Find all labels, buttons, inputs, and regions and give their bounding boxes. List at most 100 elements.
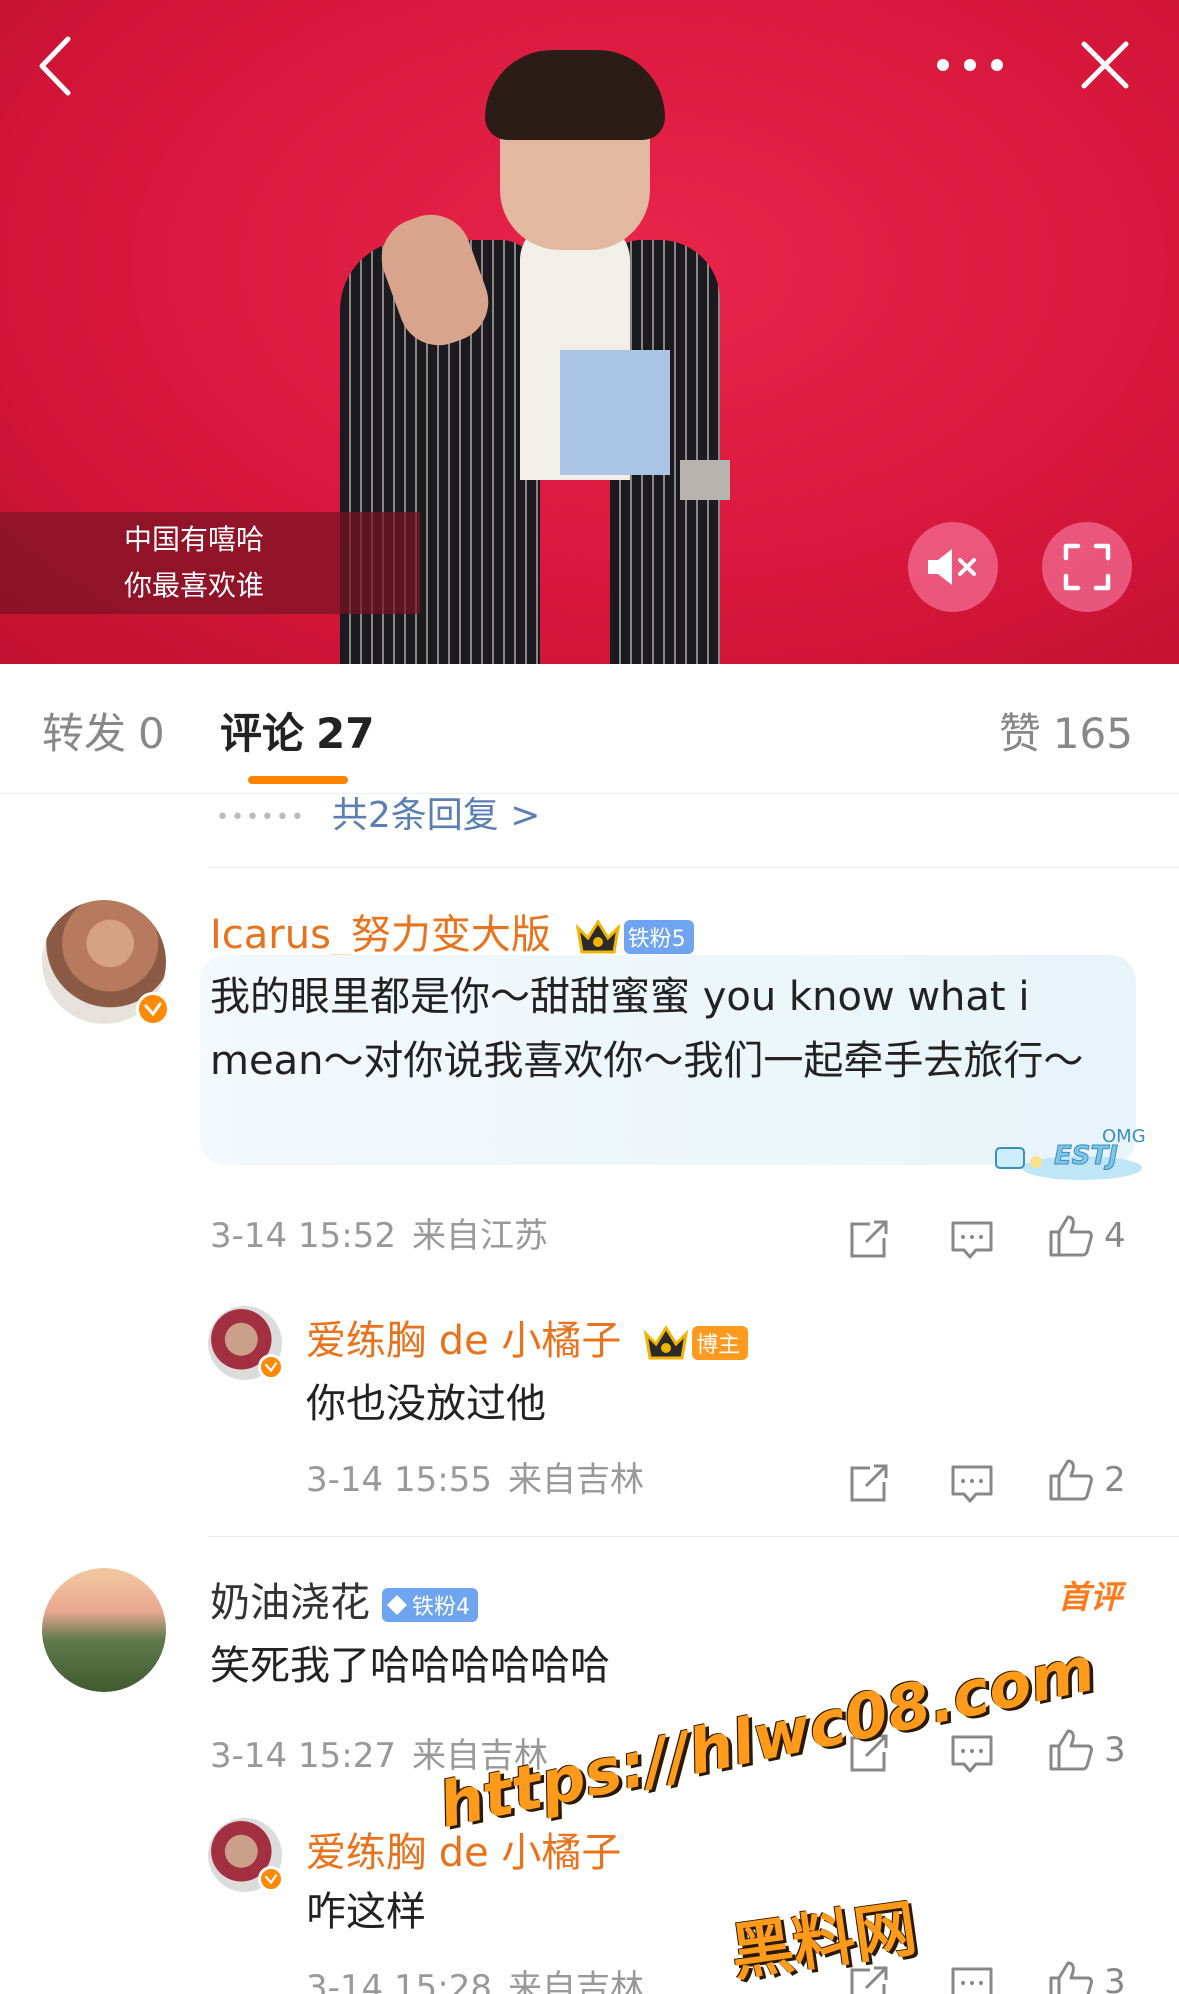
comment-location: 来自吉林 — [411, 1736, 548, 1776]
blogger-badge-text: 博主 — [696, 1333, 741, 1358]
tab-comments-label: 评论 — [220, 709, 305, 758]
username-text: 奶油浇花 — [210, 1580, 370, 1626]
share-button[interactable] — [848, 1220, 890, 1260]
back-button[interactable] — [28, 30, 80, 102]
fullscreen-icon — [1063, 543, 1111, 591]
crown-icon — [575, 919, 620, 954]
comment-meta: 3-14 15:52 来自江苏 — [210, 1208, 548, 1257]
speaker-muted-icon — [928, 549, 976, 585]
like-count: 4 — [1104, 1216, 1126, 1256]
reply-meta: 3-14 15:55 来自吉林 — [306, 1452, 644, 1501]
share-icon — [850, 1966, 888, 1994]
diamond-icon — [387, 1595, 407, 1615]
tab-likes[interactable]: 赞 165 — [999, 700, 1133, 761]
comment-icon — [951, 1967, 993, 1994]
divider — [208, 867, 1179, 868]
thumbs-up-icon — [1049, 1961, 1093, 1994]
fullscreen-button[interactable] — [1042, 522, 1132, 612]
comment-text: 笑死我了哈哈哈哈哈哈 — [210, 1643, 610, 1689]
reply-meta: 3-14 15:28 来自吉林 — [306, 1960, 644, 1994]
interaction-tabs: 转发 0 评论 27 赞 165 — [0, 664, 1179, 794]
like-button[interactable]: 3 — [1048, 1728, 1126, 1772]
comment-time: 3-14 15:52 — [210, 1216, 396, 1256]
tab-repost[interactable]: 转发 0 — [42, 700, 165, 761]
tab-likes-count: 165 — [1052, 709, 1133, 758]
reply-time: 3-14 15:28 — [306, 1968, 492, 1994]
watermark-name: 黑料网 — [726, 1891, 921, 1990]
reply-username[interactable]: 爱练胸 de 小橘子 — [306, 1820, 621, 1878]
comment-location: 来自江苏 — [411, 1216, 548, 1256]
share-icon — [850, 1464, 888, 1502]
tab-comments[interactable]: 评论 27 — [220, 700, 374, 761]
more-replies-text: 共2条回复 > — [331, 795, 541, 836]
reply-location: 来自吉林 — [507, 1460, 644, 1500]
like-button[interactable]: 2 — [1048, 1458, 1126, 1502]
comment-icon — [951, 1465, 993, 1503]
fan-level-badge: 铁粉4 — [382, 1588, 478, 1622]
comment-meta: 3-14 15:27 来自吉林 — [210, 1728, 548, 1777]
comment-icon — [951, 1221, 993, 1259]
avatar-image — [42, 1568, 166, 1692]
caption-line-2: 你最喜欢谁 — [124, 569, 265, 602]
verified-badge-icon — [136, 992, 170, 1026]
fan-level-text: 铁粉4 — [412, 1595, 470, 1620]
comment-text: 我的眼里都是你～甜甜蜜蜜 you know what i mean～对你说我喜欢… — [210, 974, 1084, 1084]
reply-text: 咋这样 — [306, 1889, 426, 1935]
reply-username[interactable]: 爱练胸 de 小橘子 博主 — [306, 1308, 749, 1366]
caption-line-1: 中国有嘻哈 — [124, 523, 265, 556]
chevron-left-icon — [39, 36, 71, 96]
crown-icon — [643, 1325, 689, 1360]
share-button[interactable] — [848, 1464, 890, 1504]
video-player[interactable]: 中国有嘻哈 你最喜欢谁 — [0, 0, 1179, 664]
share-icon — [850, 1220, 888, 1258]
comment-icon — [951, 1735, 993, 1773]
video-caption: 中国有嘻哈 你最喜欢谁 — [0, 512, 420, 614]
like-button[interactable]: 3 — [1048, 1960, 1126, 1994]
like-count: 3 — [1104, 1962, 1126, 1994]
username-text: Icarus_努力变大版 — [210, 912, 551, 958]
view-more-replies-link[interactable]: •••••• 共2条回复 > — [216, 786, 540, 838]
reply-button[interactable] — [950, 1220, 994, 1260]
share-button[interactable] — [848, 1734, 890, 1774]
close-icon — [1081, 41, 1129, 89]
reply-text: 你也没放过他 — [306, 1381, 546, 1427]
thumbs-up-icon — [1049, 1215, 1093, 1257]
reply-location: 来自吉林 — [507, 1968, 644, 1994]
comment-time: 3-14 15:27 — [210, 1736, 396, 1776]
fan-level-badge: 铁粉5 — [623, 920, 694, 954]
username-text: 爱练胸 de 小橘子 — [306, 1318, 622, 1364]
comment-username[interactable]: 奶油浇花 铁粉4 — [210, 1570, 478, 1628]
more-dots-icon — [937, 59, 1003, 71]
first-comment-tag: 首评 — [1058, 1578, 1123, 1616]
tab-repost-count: 0 — [138, 709, 165, 758]
mute-button[interactable] — [908, 522, 998, 612]
avatar[interactable] — [42, 900, 170, 1026]
thumbs-up-icon — [1049, 1459, 1093, 1501]
comment-username[interactable]: Icarus_努力变大版 铁粉5 — [210, 902, 694, 960]
estj-sticker-icon: ESTJ OMG — [995, 1126, 1146, 1180]
like-count: 2 — [1104, 1460, 1126, 1500]
active-tab-indicator — [248, 776, 348, 784]
share-icon — [850, 1734, 888, 1772]
verified-badge-icon — [258, 1354, 284, 1380]
svg-text:OMG: OMG — [1102, 1126, 1146, 1147]
divider — [208, 1536, 1179, 1537]
thread-dots: •••••• — [216, 804, 306, 830]
reply-button[interactable] — [950, 1464, 994, 1504]
avatar[interactable] — [42, 1568, 166, 1692]
reply-button[interactable] — [950, 1966, 994, 1994]
fan-level-text: 铁粉5 — [627, 927, 686, 952]
avatar[interactable] — [208, 1818, 284, 1892]
verified-badge-icon — [258, 1866, 284, 1892]
like-count: 3 — [1104, 1730, 1126, 1770]
close-button[interactable] — [1075, 35, 1135, 95]
tab-likes-label: 赞 — [998, 709, 1041, 758]
blogger-badge: 博主 — [692, 1326, 749, 1360]
thumbs-up-icon — [1049, 1729, 1093, 1771]
avatar[interactable] — [208, 1306, 284, 1380]
reply-button[interactable] — [950, 1734, 994, 1774]
like-button[interactable]: 4 — [1048, 1214, 1126, 1258]
reply-time: 3-14 15:55 — [306, 1460, 492, 1500]
more-button[interactable] — [930, 40, 1010, 90]
share-button[interactable] — [848, 1966, 890, 1994]
